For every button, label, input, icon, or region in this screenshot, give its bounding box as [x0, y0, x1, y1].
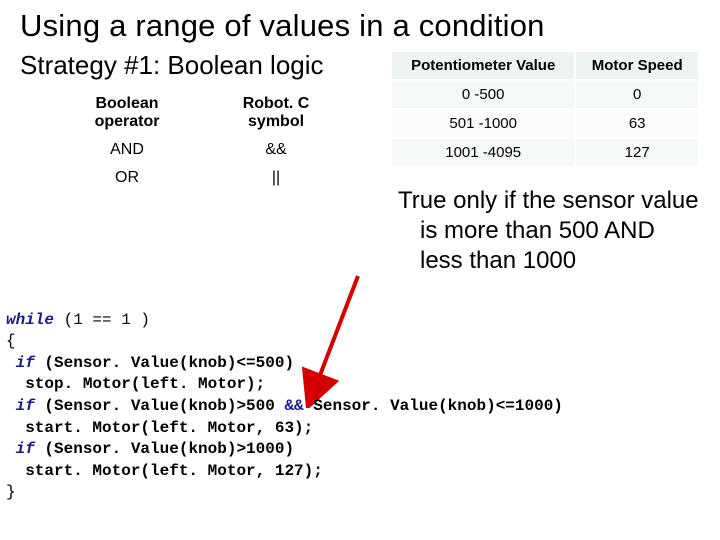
sym-cell: && [204, 137, 348, 163]
slide-title: Using a range of values in a condition [20, 8, 700, 44]
table-row: OR || [52, 165, 348, 191]
range-header-1: Potentiometer Value [392, 52, 574, 79]
range-header-2: Motor Speed [576, 52, 698, 79]
top-row: Strategy #1: Boolean logic Boolean opera… [20, 50, 700, 276]
code-text: { [6, 332, 16, 350]
table-header-row: Boolean operator Robot. C symbol [52, 91, 348, 135]
op-header-1: Boolean operator [52, 91, 202, 135]
code-text: (1 == 1 ) [54, 311, 150, 329]
range-table: Potentiometer Value Motor Speed 0 -500 0… [390, 50, 700, 168]
code-block: while (1 == 1 ) { if (Sensor. Value(knob… [6, 288, 563, 504]
strategy-subtitle: Strategy #1: Boolean logic [20, 50, 350, 81]
table-row: 501 -1000 63 [392, 110, 698, 137]
speed-cell: 127 [576, 139, 698, 166]
boolean-operator-table: Boolean operator Robot. C symbol AND && … [50, 89, 350, 193]
explanation-text: True only if the sensor value is more th… [412, 186, 700, 276]
code-kw-if: if [16, 354, 35, 372]
code-kw-while: while [6, 311, 54, 329]
speed-cell: 63 [576, 110, 698, 137]
speed-cell: 0 [576, 81, 698, 108]
code-text: stop. Motor(left. Motor); [6, 375, 265, 393]
table-row: 1001 -4095 127 [392, 139, 698, 166]
code-text: (Sensor. Value(knob)<=500) [35, 354, 294, 372]
op-header-2: Robot. C symbol [204, 91, 348, 135]
code-text: (Sensor. Value(knob)>1000) [35, 440, 294, 458]
op-cell: OR [52, 165, 202, 191]
range-cell: 0 -500 [392, 81, 574, 108]
table-header-row: Potentiometer Value Motor Speed [392, 52, 698, 79]
code-text: start. Motor(left. Motor, 63); [6, 419, 313, 437]
code-kw-if: if [16, 397, 35, 415]
code-text: (Sensor. Value(knob)>500 [35, 397, 285, 415]
range-cell: 501 -1000 [392, 110, 574, 137]
right-column: Potentiometer Value Motor Speed 0 -500 0… [390, 50, 700, 276]
range-cell: 1001 -4095 [392, 139, 574, 166]
op-cell: AND [52, 137, 202, 163]
table-row: 0 -500 0 [392, 81, 698, 108]
code-text: Sensor. Value(knob)<=1000) [304, 397, 563, 415]
sym-cell: || [204, 165, 348, 191]
code-op-and: && [284, 397, 303, 415]
code-text: } [6, 483, 16, 501]
code-text: start. Motor(left. Motor, 127); [6, 462, 323, 480]
left-column: Strategy #1: Boolean logic Boolean opera… [20, 50, 350, 193]
table-row: AND && [52, 137, 348, 163]
code-kw-if: if [16, 440, 35, 458]
